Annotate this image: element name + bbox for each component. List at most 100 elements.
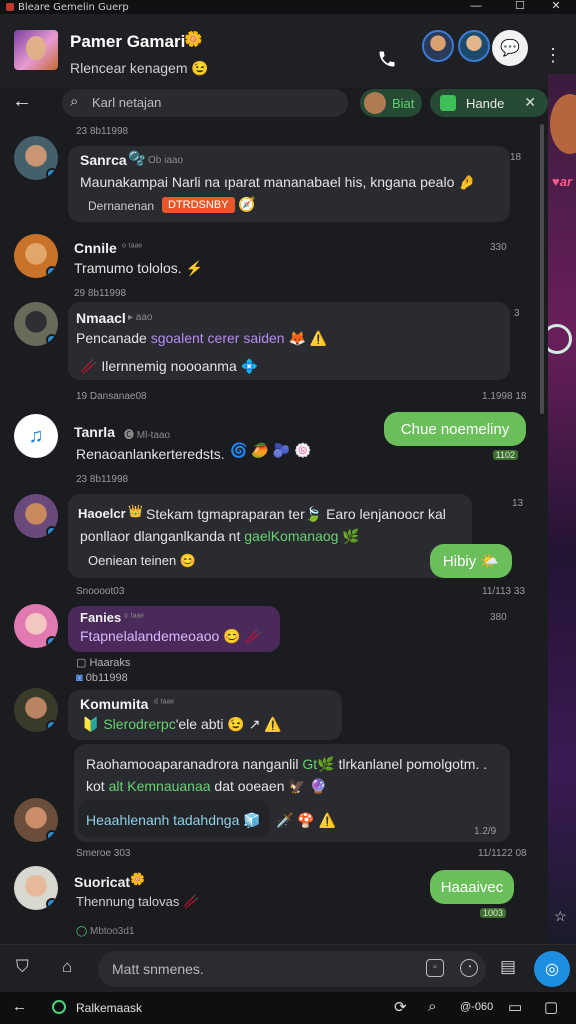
shield-icon[interactable]: ⛉ xyxy=(16,957,29,977)
search-input[interactable]: ⌕ Karl netajan xyxy=(62,89,348,117)
search-icon: ⌕ xyxy=(70,93,79,110)
reaction-icons[interactable]: 🌀 🥭 🫐 🍥 xyxy=(230,442,311,459)
music-note-icon: ♫ xyxy=(28,424,44,447)
back-arrow-icon[interactable]: ← xyxy=(12,998,27,1015)
sender-name[interactable]: Fanies xyxy=(80,610,121,625)
avatar[interactable] xyxy=(14,688,58,732)
online-badge xyxy=(46,720,58,732)
message-text: Thennung talovas 🥢 xyxy=(76,894,200,909)
sender-name[interactable]: Sanrca xyxy=(80,152,127,168)
gif-icon[interactable]: ▫ xyxy=(426,959,444,977)
chip-label: Hande xyxy=(466,95,505,111)
message-text-prefix: kot xyxy=(86,778,109,794)
sync-icon[interactable]: ⟳ xyxy=(394,998,407,1016)
close-icon[interactable]: ✕ xyxy=(524,94,536,111)
message-meta: 🅒 Ml-taao xyxy=(124,430,171,441)
home-icon[interactable]: ⌂ xyxy=(62,957,72,977)
chat-bubble-icon[interactable]: 💬 xyxy=(492,30,528,66)
message-time: 330 xyxy=(490,242,507,253)
sender-name[interactable]: Nmaacl xyxy=(76,310,126,326)
sender-name[interactable]: Cnnile xyxy=(74,240,117,256)
outgoing-text: Haaaivec xyxy=(440,878,504,896)
filter-chip-biat[interactable]: Biat xyxy=(360,89,422,117)
reply-line: ◙ 0b11998 xyxy=(76,672,128,684)
message-input[interactable]: Matt snmenes. ▫ ◔ xyxy=(98,951,486,987)
avatar[interactable]: ♫ xyxy=(14,414,58,458)
message-text-line1: Raohamooaparanadrora nanganlil Gt🌿 tlrka… xyxy=(86,756,487,773)
message-highlight: alt Kemnauanaa xyxy=(108,778,211,794)
group-name[interactable]: Pamer Gamari xyxy=(70,32,185,52)
group-badge-icon: 🌼 xyxy=(184,31,203,48)
message-text: Renaoanlankerteredsts. xyxy=(76,446,225,462)
message-highlight: sgoalent cerer saiden xyxy=(150,330,285,346)
message-text-suffix: 'ele abti 😉 ↗ ⚠️ xyxy=(175,716,282,732)
outgoing-message[interactable]: Hibiy 🌤️ xyxy=(430,544,512,578)
avatar[interactable] xyxy=(14,494,58,538)
sender-name[interactable]: Tanrla xyxy=(74,424,115,440)
avatar[interactable] xyxy=(14,136,58,180)
group-avatar[interactable] xyxy=(14,30,58,70)
message-meta: ᵒ ᵗᵃᵃᵉ xyxy=(122,242,142,253)
send-button[interactable]: ◎ xyxy=(534,951,570,987)
avatar[interactable] xyxy=(14,798,58,842)
message-meta: ᵈ ᵗᵃᵃᵉ xyxy=(154,698,174,709)
compass-icon: 🧭 xyxy=(238,196,256,212)
outgoing-message[interactable]: Haaaivec 1003 xyxy=(430,870,514,918)
message-time: 1003 xyxy=(479,908,506,918)
chat-icon[interactable]: ▢ xyxy=(544,998,558,1016)
outgoing-text: Hibiy 🌤️ xyxy=(442,553,500,570)
message-composer: ⛉ ⌂ Matt snmenes. ▫ ◔ ▤ ◎ xyxy=(0,944,576,992)
online-badge xyxy=(46,526,58,538)
chat-header: Pamer Gamari 🌼 Rlencear kenagem 😉 💬 ⋮ xyxy=(0,14,576,88)
close-window-button[interactable]: ✕ xyxy=(536,0,576,14)
message-time: 1.2/9 xyxy=(474,826,497,837)
sender-name[interactable]: Suoricat xyxy=(74,874,130,890)
footer-text: Mbtoo3d1 xyxy=(89,926,135,937)
phone-icon[interactable] xyxy=(372,44,402,74)
sender-name[interactable]: Komumita xyxy=(80,696,148,712)
message-text-suffix: 🦊 ⚠️ xyxy=(284,330,328,346)
member-avatar[interactable] xyxy=(422,30,454,62)
message-text-line2: ponllaor dlanganlkanda nt gaelKomanaog 🌿 xyxy=(80,528,360,545)
message-subtext: Oeniean teinen 😊 xyxy=(88,553,196,568)
filter-chip-hande[interactable]: Hande ✕ xyxy=(430,89,548,117)
message-subtext: 🥢 Ilernnemig noooanma 💠 xyxy=(80,358,259,374)
message-time: 1102 xyxy=(492,450,518,460)
message-text: Maunakampai Narli na ıparat mananabael h… xyxy=(80,174,476,190)
message-time: 18 xyxy=(510,152,522,163)
avatar[interactable] xyxy=(14,234,58,278)
extra-icons: 🗡️ 🍄 ⚠️ xyxy=(276,812,337,828)
emoji-icon[interactable]: ◔ xyxy=(460,959,478,977)
outgoing-message[interactable]: Chue noemeliny 1102 xyxy=(384,412,526,460)
message-subtext: Dernanenan xyxy=(88,199,155,213)
scrollbar[interactable] xyxy=(540,124,544,414)
avatar[interactable] xyxy=(14,866,58,910)
more-options-icon[interactable]: ⋮ xyxy=(538,40,568,70)
status-badge: DTRDSNBY xyxy=(162,197,235,213)
crown-icon: 👑 xyxy=(128,504,143,518)
message-meta: ᵒ ᵗᵃᵃᵉ xyxy=(124,612,144,623)
message-text: Tramumo tololos. ⚡ xyxy=(74,260,203,276)
message-highlight: Gt🌿 xyxy=(302,756,335,772)
sender-name[interactable]: Haoelcr xyxy=(78,506,126,521)
message-text-line1: Stekam tgmapraparan ter🍃 Earo lenjanoocr… xyxy=(146,506,446,522)
search-icon[interactable]: ⌕ xyxy=(428,998,436,1015)
avatar[interactable] xyxy=(14,604,58,648)
message-time: 11/113 33 xyxy=(482,586,526,597)
message-highlight: Slerodrerpc xyxy=(103,716,176,732)
back-arrow-icon[interactable]: ← xyxy=(12,90,32,113)
taskbar-label[interactable]: Ralkemaask xyxy=(76,1001,142,1015)
avatar[interactable] xyxy=(14,302,58,346)
minimize-button[interactable]: — xyxy=(456,0,496,14)
message-text-suffix: dat ooeaen 🦅 🔮 xyxy=(210,778,328,794)
window-titlebar: Bleare Gemelin Guerp — ☐ ✕ xyxy=(0,0,576,14)
member-avatar[interactable] xyxy=(458,30,490,62)
message-time: 11/1122 08 xyxy=(478,848,527,859)
footer-label: Snoooot03 xyxy=(76,586,125,597)
maximize-button[interactable]: ☐ xyxy=(500,0,540,14)
attach-icon[interactable]: ▤ xyxy=(500,957,516,977)
window-icon[interactable]: ▭ xyxy=(508,998,522,1016)
app-ring-icon[interactable] xyxy=(52,1000,66,1014)
message-text-prefix: 🔰 xyxy=(82,716,104,732)
message-text-prefix: Raohamooaparanadrora nanganlil xyxy=(86,756,303,772)
